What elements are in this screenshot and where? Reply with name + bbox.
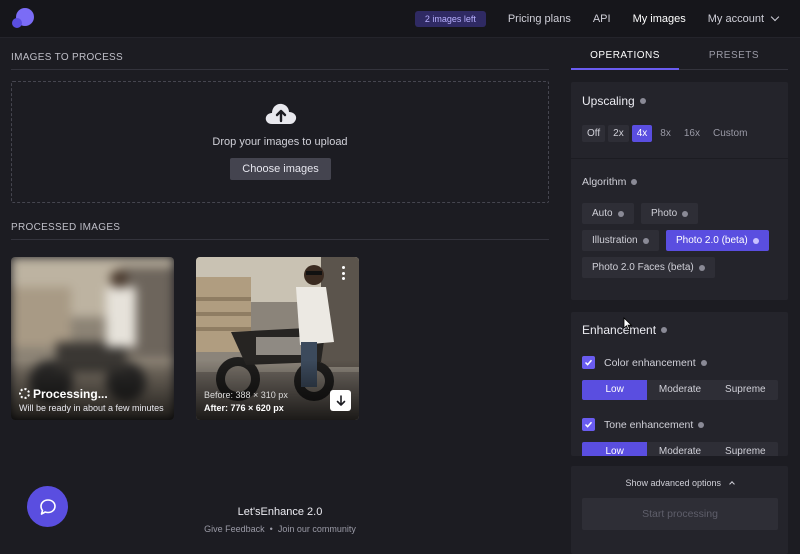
size-before: Before: 388 × 310 px — [204, 390, 288, 400]
algorithm-label: Algorithm — [582, 176, 638, 188]
color-level-moderate[interactable]: Moderate — [647, 380, 712, 400]
processing-eta: Will be ready in about a few minutes — [19, 403, 164, 413]
algorithm-illustration[interactable]: Illustration — [582, 230, 659, 251]
images-left-badge: 2 images left — [414, 11, 486, 27]
info-icon — [752, 237, 759, 244]
algorithm-photo[interactable]: Photo — [641, 203, 699, 224]
upscaling-options: Off 2x 4x 8x 16x Custom — [582, 125, 755, 142]
nav-my-account[interactable]: My account — [707, 12, 780, 25]
tab-presets[interactable]: PRESETS — [680, 44, 788, 70]
upscale-16x[interactable]: 16x — [679, 125, 705, 142]
nav-pricing-plans[interactable]: Pricing plans — [508, 13, 571, 25]
nav-my-images[interactable]: My images — [633, 13, 686, 25]
footer-links: Give Feedback • Join our community — [0, 524, 560, 534]
tone-enhancement-checkbox[interactable] — [582, 418, 595, 431]
divider — [571, 158, 788, 159]
color-enhancement-checkbox[interactable] — [582, 356, 595, 369]
tone-enhancement-levels: Low Moderate Supreme — [582, 442, 778, 456]
info-icon — [617, 210, 624, 217]
chat-button[interactable] — [27, 486, 68, 527]
algorithm-photo-label: Photo — [651, 208, 678, 219]
give-feedback-link[interactable]: Give Feedback — [204, 524, 265, 534]
tone-enhancement-row: Tone enhancement — [582, 418, 705, 431]
info-icon — [642, 237, 649, 244]
download-button[interactable] — [330, 390, 351, 411]
operations-tabs: OPERATIONS PRESETS — [571, 44, 788, 70]
join-community-link[interactable]: Join our community — [278, 524, 356, 534]
algorithm-photo-2[interactable]: Photo 2.0 (beta) — [666, 230, 769, 251]
upscaling-title-text: Upscaling — [582, 94, 635, 108]
upscale-off[interactable]: Off — [582, 125, 606, 142]
chevron-up-icon — [728, 481, 735, 487]
info-icon[interactable] — [631, 179, 638, 185]
tone-level-moderate[interactable]: Moderate — [647, 442, 712, 456]
algorithm-auto[interactable]: Auto — [582, 203, 634, 224]
upscaling-panel: Upscaling Off 2x 4x 8x 16x Custom Algori… — [571, 82, 788, 300]
algorithm-photo-2-faces-label: Photo 2.0 Faces (beta) — [592, 262, 694, 273]
color-enhancement-levels: Low Moderate Supreme — [582, 380, 778, 400]
algorithm-label-text: Algorithm — [582, 176, 627, 188]
color-level-low[interactable]: Low — [582, 380, 648, 400]
upload-section-title: IMAGES TO PROCESS — [11, 52, 123, 63]
info-icon — [682, 210, 689, 217]
start-processing-button[interactable]: Start processing — [582, 498, 778, 530]
divider — [11, 69, 549, 70]
upscale-8x[interactable]: 8x — [655, 125, 676, 142]
processing-status: Processing... — [33, 387, 108, 401]
enhancement-panel: Enhancement Color enhancement Low Modera… — [571, 312, 788, 456]
info-icon[interactable] — [700, 359, 707, 366]
color-level-supreme[interactable]: Supreme — [713, 380, 778, 400]
upscale-4x[interactable]: 4x — [631, 125, 653, 142]
check-icon — [584, 359, 593, 366]
top-nav: 2 images left Pricing plans API My image… — [414, 0, 780, 38]
tone-level-supreme[interactable]: Supreme — [713, 442, 778, 456]
nav-my-account-label: My account — [707, 13, 764, 25]
upscale-2x[interactable]: 2x — [608, 125, 629, 142]
upload-cloud-icon — [265, 103, 297, 124]
tab-operations[interactable]: OPERATIONS — [571, 44, 679, 70]
divider — [11, 239, 549, 240]
algorithm-auto-label: Auto — [592, 208, 613, 219]
chevron-down-icon — [770, 12, 780, 22]
enhancement-title-text: Enhancement — [582, 323, 657, 337]
algorithm-photo-2-label: Photo 2.0 (beta) — [676, 235, 748, 246]
processed-section-title: PROCESSED IMAGES — [11, 222, 121, 233]
info-icon[interactable] — [698, 421, 705, 428]
chat-icon — [39, 498, 56, 515]
logo-icon[interactable] — [12, 8, 34, 30]
drop-text: Drop your images to upload — [212, 136, 348, 148]
processed-image-card[interactable]: Processing... Will be ready in about a f… — [11, 257, 174, 420]
upscaling-title: Upscaling — [582, 94, 646, 108]
choose-images-button[interactable]: Choose images — [230, 158, 331, 180]
info-icon — [698, 264, 705, 271]
cursor-icon — [623, 317, 633, 331]
size-after: After: 776 × 620 px — [204, 403, 284, 413]
more-icon[interactable] — [341, 266, 345, 280]
actions-panel: Show advanced options Start processing — [571, 466, 788, 554]
nav-api[interactable]: API — [593, 13, 611, 25]
spinner-icon — [19, 388, 30, 399]
check-icon — [584, 421, 593, 428]
upscale-custom[interactable]: Custom — [708, 125, 752, 142]
tone-enhancement-label: Tone enhancement — [604, 418, 694, 431]
tone-level-low[interactable]: Low — [582, 442, 648, 456]
color-enhancement-label: Color enhancement — [604, 356, 696, 369]
download-icon — [336, 394, 345, 406]
footer-separator: • — [269, 524, 273, 534]
info-icon[interactable] — [639, 98, 646, 104]
algorithm-illustration-label: Illustration — [592, 235, 638, 246]
advanced-options-toggle[interactable]: Show advanced options — [571, 478, 788, 488]
top-header: 2 images left Pricing plans API My image… — [0, 0, 800, 38]
algorithm-photo-2-faces[interactable]: Photo 2.0 Faces (beta) — [582, 257, 715, 278]
footer-title: Let'sEnhance 2.0 — [237, 506, 323, 518]
color-enhancement-row: Color enhancement — [582, 356, 707, 369]
info-icon[interactable] — [661, 327, 668, 333]
drop-zone[interactable]: Drop your images to upload Choose images — [11, 81, 549, 203]
advanced-options-label: Show advanced options — [625, 478, 722, 488]
processed-image-card[interactable]: Before: 388 × 310 px After: 776 × 620 px — [196, 257, 359, 420]
